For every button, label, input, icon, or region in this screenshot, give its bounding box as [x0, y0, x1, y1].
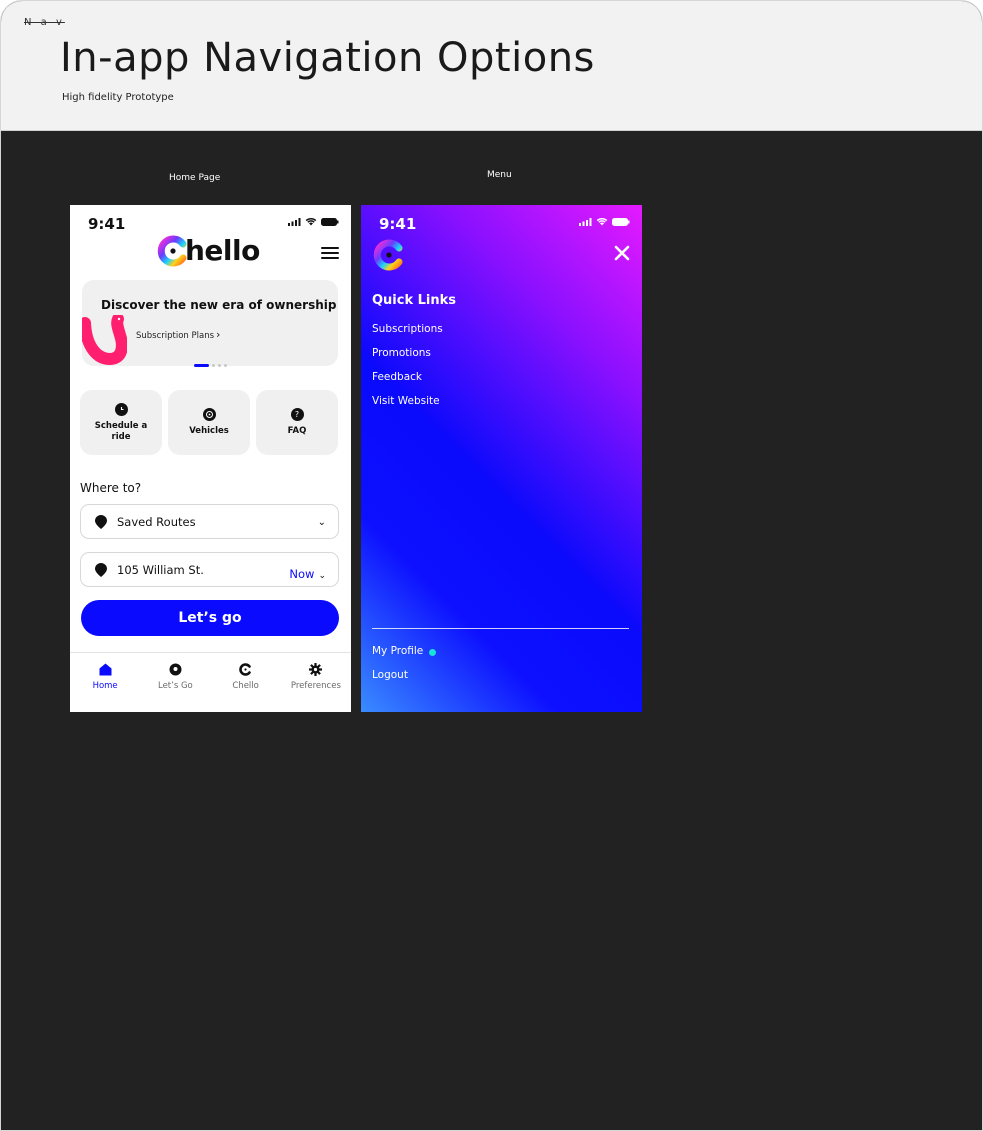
subscription-plans-link[interactable]: Subscription Plans › [136, 328, 220, 341]
canvas: N a v In-app Navigation Options High fid… [0, 0, 983, 1131]
quick-links-list: Subscriptions Promotions Feedback Visit … [372, 323, 443, 419]
location-pin-icon [95, 563, 107, 577]
carousel-dots [194, 364, 227, 367]
tab-label: Home [92, 681, 118, 691]
menu-link-promotions[interactable]: Promotions [372, 347, 443, 371]
bottom-tab-bar: Home Let’s Go Chello Preferences [70, 652, 351, 712]
chevron-down-icon: ⌄ [318, 571, 326, 581]
tile-label: Vehicles [189, 426, 229, 436]
location-pin-icon [169, 663, 182, 676]
account-links: My Profile Logout [372, 645, 437, 693]
wifi-icon [596, 218, 608, 226]
page-subtitle: High fidelity Prototype [62, 92, 174, 103]
menu-link-visit-website[interactable]: Visit Website [372, 395, 443, 419]
location-pin-icon [95, 515, 107, 529]
question-icon: ? [290, 408, 304, 421]
my-profile-label: My Profile [372, 645, 424, 657]
status-dot [429, 649, 437, 656]
menu-link-subscriptions[interactable]: Subscriptions [372, 323, 443, 347]
my-profile-link[interactable]: My Profile [372, 645, 437, 669]
tab-preferences[interactable]: Preferences [281, 653, 351, 712]
schedule-ride-tile[interactable]: Schedule a ride [80, 390, 162, 455]
where-to-label: Where to? [80, 481, 142, 495]
signal-icon [579, 217, 592, 226]
promo-illustration [82, 315, 127, 366]
status-time: 9:41 [88, 215, 126, 233]
chevron-down-icon: ⌄ [317, 517, 326, 528]
home-frame-label: Home Page [169, 173, 221, 183]
section-tag: N a v [24, 17, 65, 28]
tab-chello[interactable]: Chello [211, 653, 281, 712]
promo-card[interactable]: Discover the new era of ownership! Subsc… [82, 280, 338, 366]
tab-label: Preferences [290, 681, 341, 691]
promo-link-label: Subscription Plans [136, 331, 215, 341]
close-icon[interactable] [614, 245, 630, 261]
time-select[interactable]: Now ⌄ [289, 567, 326, 581]
chevron-right-icon: › [216, 328, 221, 341]
status-icons [579, 217, 630, 226]
steering-wheel-icon [202, 408, 216, 421]
logout-link[interactable]: Logout [372, 669, 436, 693]
tab-home[interactable]: Home [70, 653, 140, 712]
carousel-dot[interactable] [212, 364, 215, 367]
status-icons [288, 217, 339, 226]
quick-links-title: Quick Links [372, 293, 457, 308]
menu-screen: 9:41 Quick Links Subscriptions Promotion… [361, 205, 642, 712]
tab-label: Let’s Go [157, 681, 193, 691]
signal-icon [288, 217, 301, 226]
carousel-dot[interactable] [218, 364, 221, 367]
chello-logo: hello [157, 234, 260, 267]
menu-link-feedback[interactable]: Feedback [372, 371, 443, 395]
chello-logo-icon [239, 663, 251, 676]
lets-go-button[interactable]: Let’s go [81, 600, 339, 636]
vehicles-tile[interactable]: Vehicles [168, 390, 250, 455]
battery-icon [321, 217, 339, 226]
tab-lets-go[interactable]: Let’s Go [140, 653, 210, 712]
menu-frame-label: Menu [487, 170, 512, 180]
tile-label: FAQ [287, 426, 307, 436]
faq-tile[interactable]: ? FAQ [256, 390, 338, 455]
clock-icon [114, 402, 128, 416]
quick-actions: Schedule a ride Vehicles ? FAQ [80, 390, 338, 455]
battery-icon [612, 217, 630, 226]
saved-routes-label: Saved Routes [117, 515, 196, 529]
carousel-dot[interactable] [224, 364, 227, 367]
home-screen: 9:41 hello Discover the new era of owner… [70, 205, 351, 712]
destination-value: 105 William St. [117, 563, 204, 577]
page-header: N a v In-app Navigation Options High fid… [1, 1, 982, 131]
home-icon [99, 663, 112, 676]
time-select-value: Now [289, 567, 315, 581]
divider [372, 628, 629, 629]
saved-routes-dropdown[interactable]: Saved Routes ⌄ [80, 504, 339, 539]
tile-label: Schedule a ride [94, 420, 148, 442]
page-title: In-app Navigation Options [60, 35, 595, 81]
status-time: 9:41 [379, 215, 417, 233]
gear-icon [309, 663, 323, 676]
wifi-icon [305, 218, 317, 226]
chello-c-icon [373, 239, 403, 271]
tab-label: Chello [232, 681, 259, 691]
menu-button[interactable] [321, 247, 339, 259]
carousel-dot-active [194, 364, 209, 367]
destination-field[interactable]: 105 William St. Now ⌄ [80, 552, 339, 587]
promo-title: Discover the new era of ownership! [101, 298, 338, 312]
brand-name: hello [185, 234, 260, 267]
